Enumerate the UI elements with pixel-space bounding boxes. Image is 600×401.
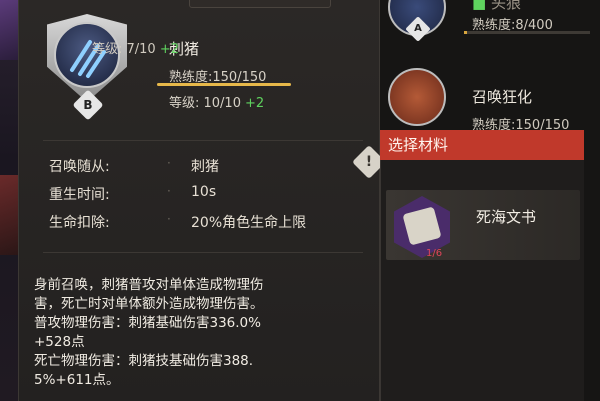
- description-line: 5%+611点。: [34, 372, 120, 388]
- side-skill-level: 等级: 7/10 +2: [92, 38, 179, 57]
- divider: [43, 252, 363, 253]
- attribute-value: 刺猪: [191, 159, 219, 175]
- attribute-key: 重生时间:: [49, 187, 110, 203]
- material-panel-header: 选择材料: [380, 130, 584, 160]
- level-bonus: +2: [244, 96, 265, 111]
- side-skill-level-bonus: +2: [159, 42, 180, 57]
- attribute-row: 生命扣除: · 20%角色生命上限: [49, 210, 374, 234]
- side-skill-marker: ■: [472, 0, 487, 12]
- material-name: 死海文书: [476, 208, 537, 226]
- panel-top-tab[interactable]: [189, 0, 331, 8]
- level-text: 等级: 10/10: [169, 96, 241, 111]
- attribute-key: 召唤随从:: [49, 159, 110, 175]
- description-line: 普攻物理伤害：刺猪基础伤害336.0%: [34, 315, 261, 331]
- side-skill-item[interactable]: 召唤狂化 熟练度:150/150: [380, 68, 600, 133]
- attribute-value: 20%角色生命上限: [191, 215, 307, 231]
- attribute-row: 召唤随从: · 刺猪 !: [49, 145, 386, 179]
- attribute-row: 重生时间: · 10s: [49, 182, 374, 206]
- skill-icon: B: [41, 14, 131, 121]
- attribute-value: 10s: [191, 184, 217, 200]
- proficiency-bar-fill: [157, 83, 291, 86]
- material-count: 1/6: [426, 248, 443, 259]
- description-line: +528点: [34, 334, 85, 350]
- fist-icon: [388, 68, 446, 126]
- skill-description: 身前召唤，刺猪普攻对单体造成物理伤 害，死亡时对单体额外造成物理伤害。 普攻物理…: [34, 276, 354, 390]
- attribute-separator: ·: [167, 184, 173, 198]
- material-item[interactable]: 1/6 死海文书: [386, 190, 580, 260]
- side-skill-bar: [464, 31, 590, 34]
- side-skill-title: ■ 头狼: [472, 0, 521, 13]
- side-skill-title: 召唤狂化: [472, 88, 533, 106]
- side-skill-item[interactable]: A ■ 头狼 熟练度:8/400: [380, 0, 600, 42]
- attribute-key: 生命扣除:: [49, 215, 110, 231]
- description-line: 身前召唤，刺猪普攻对单体造成物理伤: [34, 277, 264, 293]
- side-skill-level-text: 等级: 7/10: [92, 42, 156, 57]
- attribute-separator: ·: [167, 212, 173, 226]
- description-line: 害，死亡时对单体额外造成物理伤害。: [34, 296, 264, 312]
- skill-grade-badge: B: [72, 89, 104, 121]
- side-skill-bar-fill: [464, 31, 467, 34]
- side-skill-grade-badge: A: [405, 16, 431, 42]
- proficiency-bar: [157, 83, 291, 86]
- attribute-separator: ·: [167, 156, 173, 170]
- divider: [43, 140, 363, 141]
- description-line: 死亡物理伤害：刺猪技基础伤害388.: [34, 353, 254, 369]
- level-label: 等级: 10/10 +2: [169, 92, 264, 111]
- background-skill-edge-purple: [0, 0, 20, 60]
